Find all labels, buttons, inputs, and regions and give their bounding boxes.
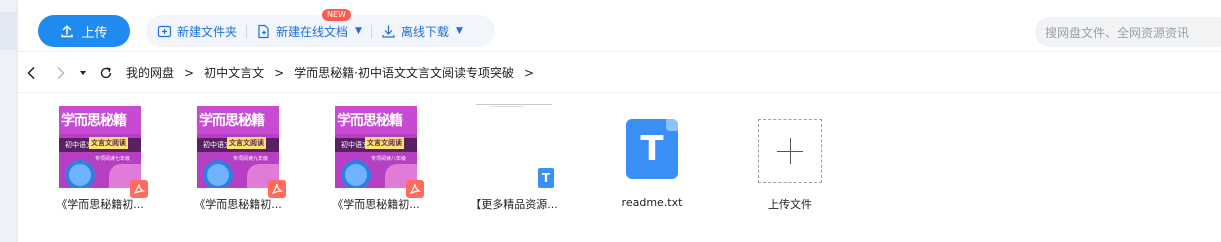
breadcrumb-separator: >	[184, 65, 195, 80]
cover-series: 文言文阅读	[227, 137, 266, 149]
toolbar-separator	[370, 24, 372, 38]
search-input[interactable]: 搜网盘文件、全网资源资讯	[1035, 17, 1221, 47]
cover-grade: 专项阅读七年级	[95, 156, 131, 162]
upload-thumbnail	[730, 104, 850, 190]
doc-preview-line	[476, 104, 552, 105]
cover-title: 学而思秘籍	[337, 113, 403, 129]
new-folder-label: 新建文件夹	[177, 24, 238, 39]
book-cover: 学而思秘籍 初中语文 文言文阅读 专项阅读七年级	[59, 106, 141, 188]
file-name: 《学而思秘籍初...	[194, 198, 282, 211]
doc-thumbnail: T	[454, 104, 574, 190]
new-online-doc-label: 新建在线文档	[276, 24, 349, 39]
file-item-pdf-3[interactable]: 学而思秘籍 初中语文 文言文阅读 专项阅读八年级 《学而思秘籍初...	[316, 94, 436, 214]
book-cover: 学而思秘籍 初中语文 文言文阅读 专项阅读九年级	[197, 106, 279, 188]
folder-plus-icon	[157, 25, 172, 37]
pdf-thumbnail: 学而思秘籍 初中语文 文言文阅读 专项阅读九年级	[178, 104, 298, 198]
upload-file-label: 上传文件	[768, 198, 812, 211]
file-grid: 学而思秘籍 初中语文 文言文阅读 专项阅读七年级 《学而思秘籍初... 学而思秘…	[18, 94, 1221, 242]
cover-grade: 专项阅读九年级	[233, 156, 269, 162]
refresh-icon	[100, 66, 112, 78]
new-badge: NEW	[322, 8, 351, 21]
refresh-button[interactable]	[92, 61, 120, 85]
toolbar-separator	[246, 24, 248, 38]
caret-down-icon	[80, 70, 86, 75]
doc-preview-line	[490, 106, 524, 107]
new-online-doc-button[interactable]: 新建在线文档 ▼ NEW	[256, 8, 362, 40]
doc-type-icon: T	[538, 168, 554, 188]
offline-download-label: 离线下载	[400, 24, 449, 39]
file-item-txt[interactable]: T readme.txt	[592, 94, 712, 214]
breadcrumb-item-folder[interactable]: 初中文言文	[204, 64, 264, 81]
cover-title: 学而思秘籍	[199, 113, 265, 129]
breadcrumb-item-current[interactable]: 学而思秘籍·初中语文文言文阅读专项突破	[294, 64, 514, 81]
book-cover: 学而思秘籍 初中语文 文言文阅读 专项阅读八年级	[335, 106, 417, 188]
file-name: 【更多精品资源...	[470, 198, 558, 211]
cover-grade: 专项阅读八年级	[371, 156, 407, 162]
forward-button[interactable]	[46, 61, 74, 85]
cover-series: 文言文阅读	[89, 137, 128, 149]
txt-thumbnail: T	[592, 104, 712, 190]
file-item-pdf-2[interactable]: 学而思秘籍 初中语文 文言文阅读 专项阅读九年级 《学而思秘籍初...	[178, 94, 298, 214]
pdf-thumbnail: 学而思秘籍 初中语文 文言文阅读 专项阅读七年级	[40, 104, 160, 198]
chevron-down-icon: ▼	[355, 26, 362, 36]
left-sidebar-strip	[0, 0, 17, 242]
file-item-pdf-1[interactable]: 学而思秘籍 初中语文 文言文阅读 专项阅读七年级 《学而思秘籍初...	[40, 94, 160, 214]
breadcrumb-separator: >	[274, 65, 285, 80]
plus-icon	[758, 119, 822, 183]
offline-download-button[interactable]: 离线下载 ▼	[381, 23, 463, 40]
new-doc-icon	[258, 24, 269, 38]
chevron-left-icon	[27, 66, 35, 79]
file-name: readme.txt	[621, 196, 683, 209]
navigation-bar: 我的网盘 > 初中文言文 > 学而思秘籍·初中语文文言文阅读专项突破 >	[18, 53, 1221, 93]
upload-button[interactable]: 上传	[38, 15, 130, 47]
chevron-right-icon	[57, 66, 65, 79]
new-folder-button[interactable]: 新建文件夹	[157, 23, 237, 40]
search-placeholder: 搜网盘文件、全网资源资讯	[1045, 25, 1190, 40]
upload-file-tile[interactable]: 上传文件	[730, 94, 850, 214]
breadcrumb-item-home[interactable]: 我的网盘	[126, 64, 174, 81]
cover-title: 学而思秘籍	[61, 113, 127, 129]
tool-group: 新建文件夹 新建在线文档 ▼ NEW 离线下载 ▼	[146, 8, 495, 47]
breadcrumb-separator: >	[523, 65, 535, 80]
download-icon	[382, 25, 395, 38]
toolbar: 上传 新建文件夹 新建在线文档 ▼ NEW 离线下载 ▼ 搜网盘文件、全网资源资…	[18, 0, 1221, 52]
pdf-thumbnail: 学而思秘籍 初中语文 文言文阅读 专项阅读八年级	[316, 104, 436, 198]
txt-file-icon: T	[626, 119, 678, 179]
upload-button-label: 上传	[81, 25, 108, 41]
upload-icon	[61, 24, 74, 38]
file-name: 《学而思秘籍初...	[332, 198, 420, 211]
back-button[interactable]	[18, 61, 46, 85]
file-item-doc[interactable]: T 【更多精品资源...	[454, 94, 574, 214]
history-dropdown[interactable]	[74, 61, 92, 85]
chevron-down-icon: ▼	[455, 26, 463, 36]
file-name: 《学而思秘籍初...	[56, 198, 144, 211]
sidebar-selected-highlight	[0, 12, 17, 50]
breadcrumb: 我的网盘 > 初中文言文 > 学而思秘籍·初中语文文言文阅读专项突破 >	[126, 64, 544, 81]
cover-series: 文言文阅读	[365, 137, 404, 149]
